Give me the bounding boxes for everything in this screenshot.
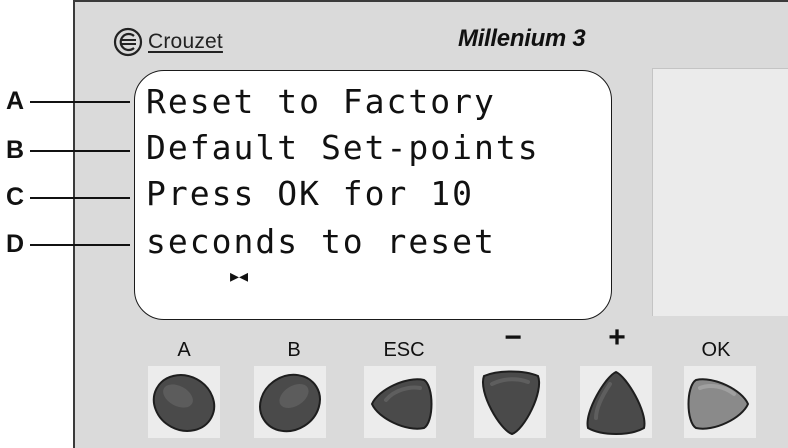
button-plus-label: + — [608, 321, 626, 354]
down-arrow-button-icon — [481, 370, 541, 436]
brand-name: Crouzet — [148, 30, 223, 53]
button-esc-label: ESC — [383, 339, 425, 361]
model-name: Millenium 3 — [458, 25, 586, 52]
button-esc[interactable] — [364, 366, 436, 438]
callout-letter: B — [6, 136, 25, 164]
lcd-line-a: Reset to Factory — [146, 82, 496, 121]
right-arrow-button-icon — [687, 378, 750, 430]
oval-button-icon — [152, 374, 216, 432]
lcd-line-b: Default Set-points — [146, 128, 540, 167]
callout-leader-line — [30, 197, 130, 199]
callout-c: C — [6, 182, 138, 212]
button-a[interactable] — [148, 366, 220, 438]
callout-leader-line — [30, 150, 130, 152]
lcd-cursor-icon: ▸◂ — [230, 266, 249, 286]
button-b-label: B — [287, 339, 301, 361]
callout-letter: A — [6, 87, 25, 115]
left-arrow-button-icon — [370, 378, 433, 430]
button-b[interactable] — [254, 366, 326, 438]
lcd-line-c: Press OK for 10 — [146, 174, 475, 213]
callout-a: A — [6, 86, 138, 116]
oval-button-icon — [259, 373, 321, 433]
button-minus[interactable] — [474, 366, 546, 438]
callout-letter: C — [6, 183, 25, 211]
button-minus-label: − — [504, 321, 522, 354]
up-arrow-button-icon — [586, 370, 646, 435]
button-plus[interactable] — [580, 366, 652, 438]
brand: Crouzet — [112, 24, 223, 60]
button-ok-label: OK — [701, 339, 731, 361]
callout-leader-line — [30, 101, 130, 103]
callout-b: B — [6, 135, 138, 165]
lcd-line-d: seconds to reset — [146, 222, 496, 261]
crouzet-logo-icon — [113, 27, 143, 57]
callout-letter: D — [6, 230, 25, 258]
button-ok[interactable] — [684, 366, 756, 438]
button-a-label: A — [177, 339, 191, 361]
callout-leader-line — [30, 244, 130, 246]
secondary-window — [652, 68, 788, 316]
callout-d: D — [6, 229, 138, 259]
